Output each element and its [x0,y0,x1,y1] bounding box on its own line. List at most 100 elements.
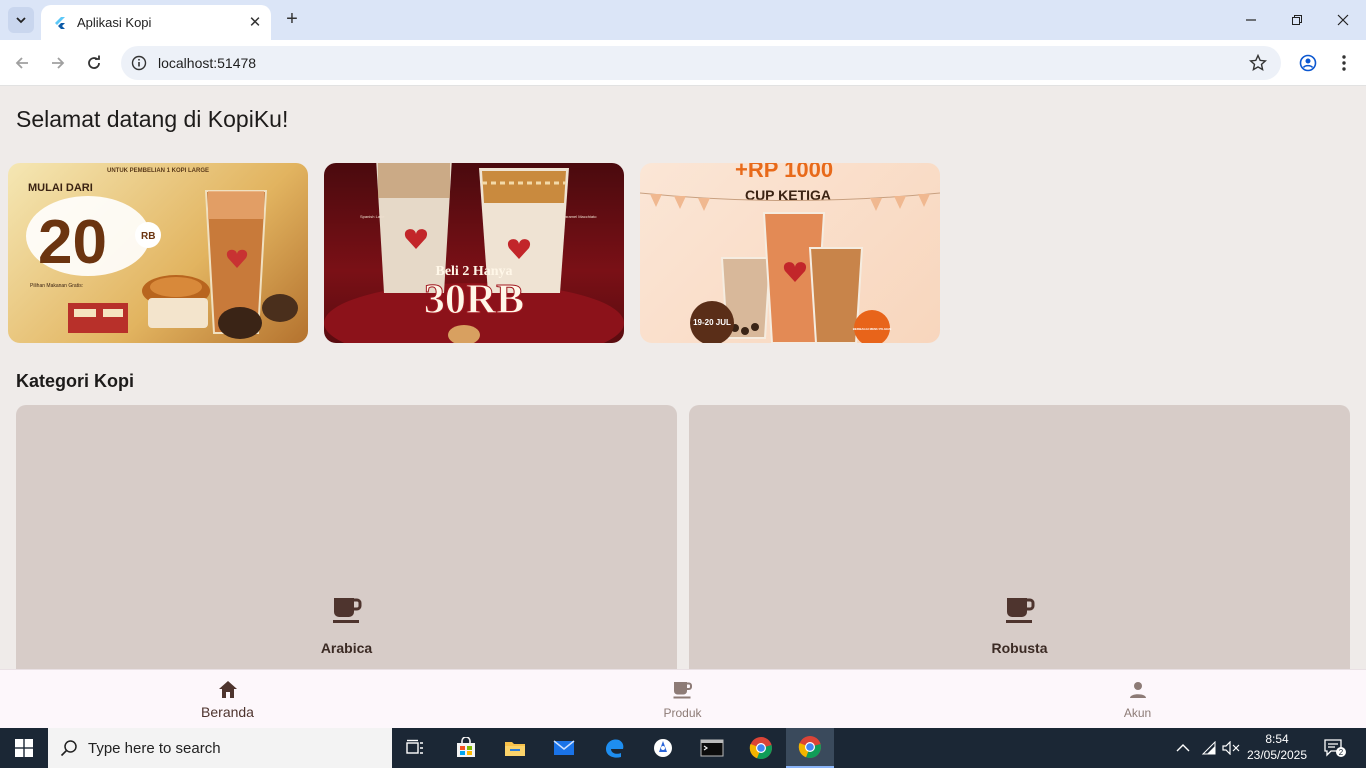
more-vertical-icon [1342,55,1346,71]
taskbar-app-chrome-active[interactable] [786,728,834,768]
nav-item-produk[interactable]: Produk [455,670,910,729]
promo-banner-3-art: +RP 1000 CUP KETIGA 19-20 JUL BERBAGAI M… [640,163,940,343]
promo-banner-2[interactable]: Spanish Latte Caramel Macchiato Beli 2 H… [324,163,624,343]
taskbar-app-file-explorer[interactable] [491,728,539,768]
minimize-icon [1246,19,1256,21]
profile-icon [1299,54,1317,72]
edge-icon [606,739,624,758]
promo-banner-1-art: UNTUK PEMBELIAN 1 KOPI LARGE MULAI DARI … [26,168,298,339]
chrome-icon [798,736,821,759]
restore-button[interactable] [1285,8,1309,32]
show-hidden-icons-button[interactable] [1172,728,1194,768]
flutter-icon [55,16,65,29]
search-icon [60,740,77,757]
close-icon [1337,14,1349,26]
promo-banner-1[interactable]: UNTUK PEMBELIAN 1 KOPI LARGE MULAI DARI … [8,163,308,343]
coffee-cup-icon [332,598,361,623]
tab-search-button[interactable] [8,7,34,33]
windows-logo-icon [15,739,33,757]
nav-label: Produk [663,706,702,720]
close-window-button[interactable] [1331,8,1355,32]
arrow-left-icon [15,57,28,69]
reload-button[interactable] [82,51,106,75]
taskbar-search[interactable]: Type here to search [48,728,392,768]
notification-center-button[interactable]: 2 [1322,728,1348,768]
reload-icon [88,55,100,69]
arrow-right-icon [52,57,65,69]
tab-title: Aplikasi Kopi [77,15,152,30]
task-view-button[interactable] [392,728,440,768]
notification-count: 2 [1339,748,1344,757]
nav-item-beranda[interactable]: Beranda [0,670,455,729]
nav-label: Beranda [201,704,254,720]
banner-3-badge: BERBAGAI MENU PILIHAN [853,327,892,331]
coffee-cup-icon [1005,598,1034,623]
category-label: Robusta [991,640,1048,656]
taskbar-clock[interactable]: 8:54 23/05/2025 [1246,731,1308,763]
url-text: localhost:51478 [158,55,257,71]
store-icon [457,737,475,757]
site-info-icon[interactable] [130,54,148,72]
taskbar-app-chrome[interactable] [737,728,785,768]
profile-button[interactable] [1297,52,1319,74]
chevron-down-icon [16,17,26,24]
home-icon [218,681,237,698]
menu-button[interactable] [1333,52,1355,74]
speaker-muted-icon [1222,741,1240,755]
minimize-button[interactable] [1239,8,1263,32]
category-card-robusta[interactable]: Robusta [689,405,1350,669]
bookmark-star-icon[interactable] [1249,54,1267,72]
back-button[interactable] [10,51,34,75]
banner-1-line1: MULAI DARI [28,182,93,194]
promo-banner-2-art: Spanish Latte Caramel Macchiato Beli 2 H… [324,163,624,343]
tab-close-icon[interactable]: ✕ [247,14,263,31]
nav-label: Akun [1123,706,1152,720]
chevron-up-icon [1176,744,1190,752]
forward-button[interactable] [46,51,70,75]
bottom-navigation: Beranda Produk Akun [0,669,1366,728]
taskbar-app-store[interactable] [442,728,490,768]
coffee-cup-icon [673,682,692,699]
banner-3-top-text: +RP 1000 [735,163,833,182]
person-icon [1129,682,1146,698]
banner-1-note: Pilihan Makanan Gratis: [30,283,83,289]
restore-icon [1292,15,1302,25]
folder-icon [505,742,525,756]
search-placeholder: Type here to search [88,739,221,757]
app-home-page: Selamat datang di KopiKu! UNTUK PEMBELIA… [0,87,1366,669]
gear-icon [654,739,672,757]
clock-time: 8:54 [1265,732,1289,746]
address-bar[interactable]: localhost:51478 [121,46,1281,80]
banner-2-left-label: Spanish Latte [360,214,385,219]
promo-banner-3[interactable]: +RP 1000 CUP KETIGA 19-20 JUL BERBAGAI M… [640,163,940,343]
banner-1-top-text: UNTUK PEMBELIAN 1 KOPI LARGE [107,168,209,174]
windows-taskbar: Type here to search 8:54 23/05/2025 2 [0,728,1366,768]
welcome-title: Selamat datang di KopiKu! [16,106,289,132]
browser-tabstrip: Aplikasi Kopi ✕ + [0,0,1366,40]
banner-3-date: 19-20 JUL [693,318,731,327]
nav-item-akun[interactable]: Akun [910,670,1365,729]
banner-2-right-label: Caramel Macchiato [562,214,597,219]
banner-2-big: 30RB [424,277,524,323]
category-section-title: Kategori Kopi [16,371,135,391]
chrome-icon [749,737,772,760]
category-label: Arabica [320,640,373,656]
taskbar-app-mail[interactable] [540,728,588,768]
browser-tab[interactable]: Aplikasi Kopi ✕ [41,5,271,40]
volume-button[interactable] [1220,728,1242,768]
network-button[interactable] [1198,728,1220,768]
notification-icon: 2 [1324,739,1346,757]
banner-1-big: 20 [38,208,107,277]
start-button[interactable] [0,728,48,768]
browser-toolbar: localhost:51478 [0,40,1366,86]
mail-icon [553,740,575,755]
taskbar-app-edge[interactable] [590,728,638,768]
taskbar-app-accessory[interactable] [639,728,687,768]
new-tab-button[interactable]: + [282,9,302,29]
wifi-icon [1201,741,1216,755]
banner-1-suffix: RB [141,231,155,242]
taskbar-app-terminal[interactable] [688,728,736,768]
terminal-icon [700,739,724,757]
clock-date: 23/05/2025 [1246,748,1308,762]
category-card-arabica[interactable]: Arabica [16,405,677,669]
